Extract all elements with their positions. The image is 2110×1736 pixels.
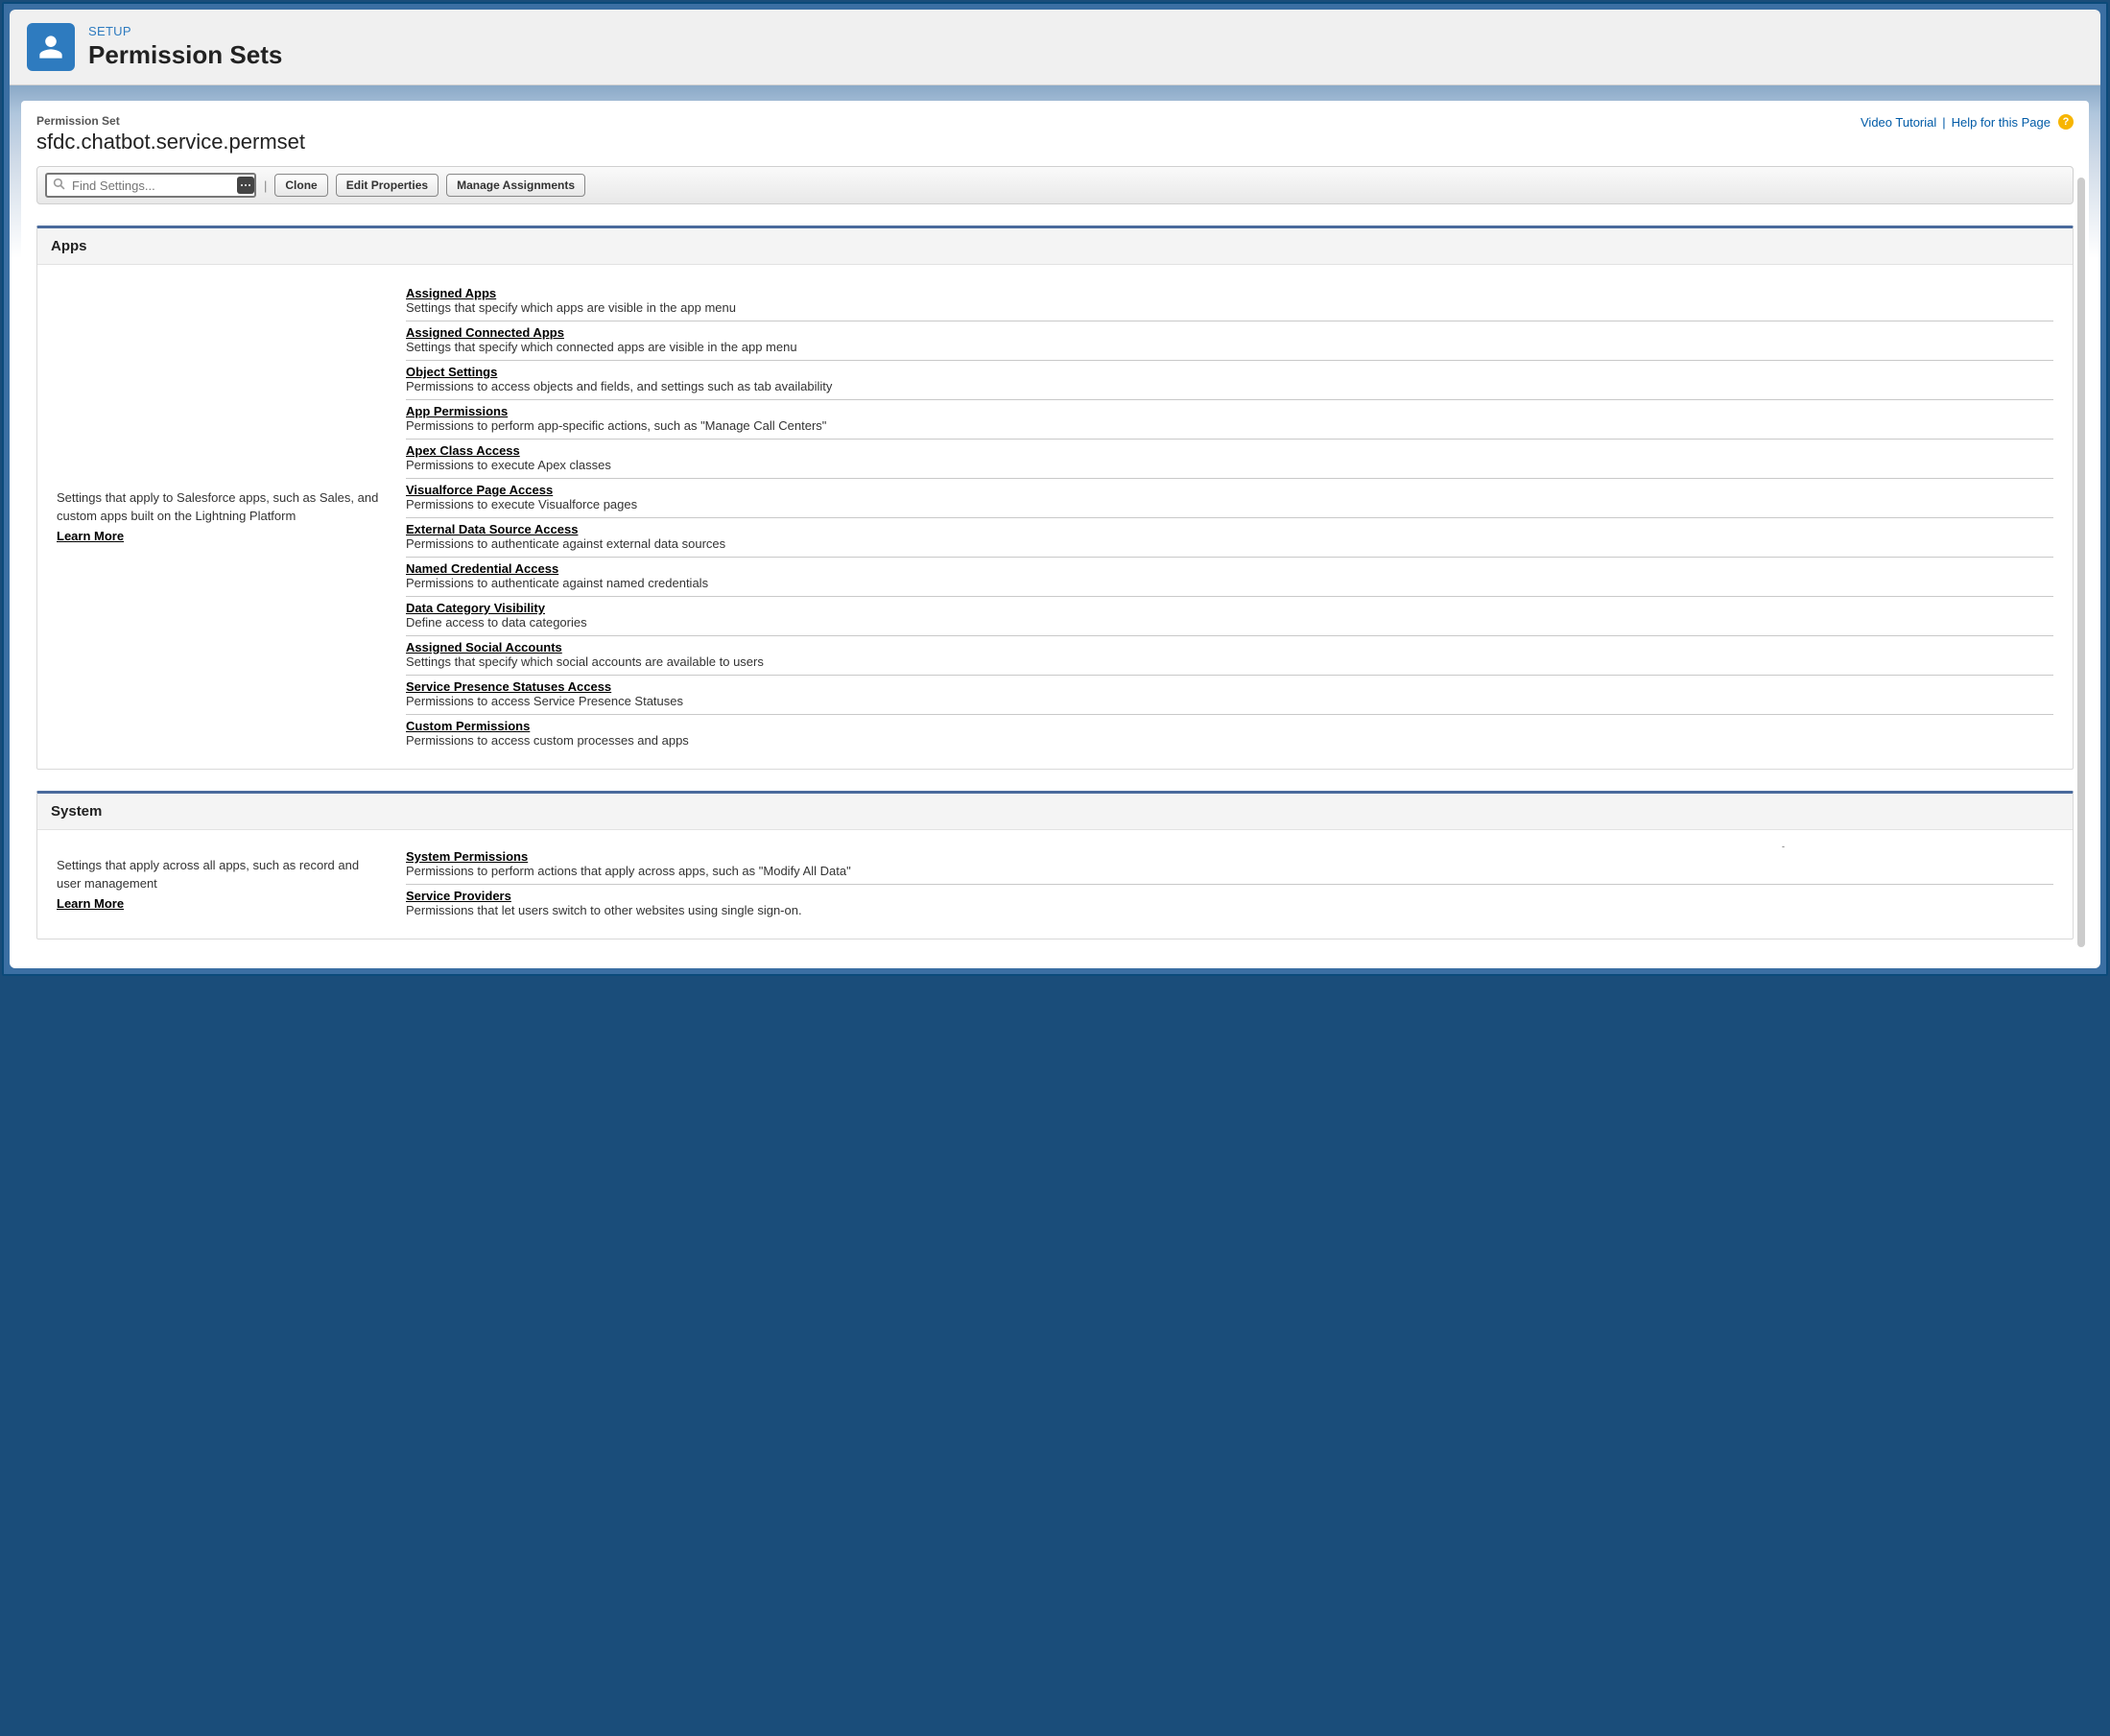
service-providers-link[interactable]: Service Providers [406,889,511,903]
custom-permissions-link[interactable]: Custom Permissions [406,719,530,733]
app-permissions-link[interactable]: App Permissions [406,404,508,418]
list-item: Data Category VisibilityDefine access to… [406,597,2053,636]
edit-properties-button[interactable]: Edit Properties [336,174,439,197]
help-page-link[interactable]: Help for this Page [1952,115,2051,130]
breadcrumb: SETUP [88,24,282,38]
item-desc: Permissions to execute Apex classes [406,458,2053,472]
record-type-label: Permission Set [36,114,305,128]
service-presence-statuses-link[interactable]: Service Presence Statuses Access [406,679,611,694]
list-item: Service ProvidersPermissions that let us… [406,885,2053,923]
content-card: Permission Set sfdc.chatbot.service.perm… [21,101,2089,957]
link-separator: | [1942,115,1945,130]
list-item: System PermissionsPermissions to perform… [406,845,2053,885]
list-item: Named Credential AccessPermissions to au… [406,558,2053,597]
list-item: Assigned AppsSettings that specify which… [406,282,2053,321]
system-section: System Settings that apply across all ap… [36,791,2074,939]
apps-section-body: Settings that apply to Salesforce apps, … [37,265,2073,769]
video-tutorial-link[interactable]: Video Tutorial [1861,115,1936,130]
outer-frame: SETUP Permission Sets Permission Set sfd… [2,2,2108,976]
external-data-source-access-link[interactable]: External Data Source Access [406,522,578,536]
item-desc: Permissions that let users switch to oth… [406,903,2053,917]
permission-set-icon [27,23,75,71]
item-desc: Permissions to access custom processes a… [406,733,2053,748]
header-text: SETUP Permission Sets [88,24,282,70]
system-items: - System PermissionsPermissions to perfo… [406,847,2053,923]
page-title: Permission Sets [88,40,282,70]
toolbar-separator: | [264,178,267,193]
list-item: Object SettingsPermissions to access obj… [406,361,2053,400]
list-item: Service Presence Statuses AccessPermissi… [406,676,2053,715]
item-desc: Permissions to authenticate against name… [406,576,2053,590]
item-desc: Define access to data categories [406,615,2053,630]
item-desc: Permissions to access objects and fields… [406,379,2053,393]
item-desc: Settings that specify which apps are vis… [406,300,2053,315]
detail-left: Permission Set sfdc.chatbot.service.perm… [36,114,305,155]
search-wrap [45,173,256,198]
apps-section: Apps Settings that apply to Salesforce a… [36,226,2074,770]
scrollbar-thumb[interactable] [2077,178,2085,947]
apps-learn-more-link[interactable]: Learn More [57,528,124,546]
system-learn-more-link[interactable]: Learn More [57,895,124,914]
item-desc: Permissions to perform actions that appl… [406,864,2053,878]
visualforce-page-access-link[interactable]: Visualforce Page Access [406,483,553,497]
list-item: Assigned Connected AppsSettings that spe… [406,321,2053,361]
apex-class-access-link[interactable]: Apex Class Access [406,443,520,458]
item-desc: Settings that specify which connected ap… [406,340,2053,354]
apps-items: Assigned AppsSettings that specify which… [406,282,2053,753]
system-permissions-link[interactable]: System Permissions [406,849,528,864]
data-category-visibility-link[interactable]: Data Category Visibility [406,601,545,615]
assigned-apps-link[interactable]: Assigned Apps [406,286,496,300]
apps-intro-text: Settings that apply to Salesforce apps, … [57,490,378,523]
item-desc: Settings that specify which social accou… [406,654,2053,669]
system-section-heading: System [37,794,2073,830]
assigned-connected-apps-link[interactable]: Assigned Connected Apps [406,325,564,340]
apps-intro: Settings that apply to Salesforce apps, … [57,282,383,753]
detail-head: Permission Set sfdc.chatbot.service.perm… [36,114,2074,155]
clone-button[interactable]: Clone [274,174,327,197]
manage-assignments-button[interactable]: Manage Assignments [446,174,585,197]
page-header: SETUP Permission Sets [10,10,2100,85]
item-desc: Permissions to perform app-specific acti… [406,418,2053,433]
item-desc: Permissions to authenticate against exte… [406,536,2053,551]
content-wrap: Permission Set sfdc.chatbot.service.perm… [10,85,2100,968]
search-dropdown-trigger[interactable] [237,177,254,194]
system-intro-text: Settings that apply across all apps, suc… [57,858,359,891]
toolbar: | Clone Edit Properties Manage Assignmen… [36,166,2074,204]
list-item: External Data Source AccessPermissions t… [406,518,2053,558]
list-item: App PermissionsPermissions to perform ap… [406,400,2053,440]
system-intro: Settings that apply across all apps, suc… [57,847,383,923]
item-desc: Permissions to access Service Presence S… [406,694,2053,708]
apps-section-heading: Apps [37,228,2073,265]
find-settings-input[interactable] [45,173,256,198]
record-name: sfdc.chatbot.service.permset [36,130,305,155]
list-item: Assigned Social AccountsSettings that sp… [406,636,2053,676]
help-icon[interactable]: ? [2058,114,2074,130]
list-item: Visualforce Page AccessPermissions to ex… [406,479,2053,518]
list-item: Custom PermissionsPermissions to access … [406,715,2053,753]
item-desc: Permissions to execute Visualforce pages [406,497,2053,511]
object-settings-link[interactable]: Object Settings [406,365,497,379]
system-section-body: Settings that apply across all apps, suc… [37,830,2073,939]
assigned-social-accounts-link[interactable]: Assigned Social Accounts [406,640,562,654]
scrollbar[interactable] [2077,178,2085,947]
list-item: Apex Class AccessPermissions to execute … [406,440,2053,479]
detail-right: Video Tutorial | Help for this Page ? [1861,114,2074,130]
named-credential-access-link[interactable]: Named Credential Access [406,561,558,576]
